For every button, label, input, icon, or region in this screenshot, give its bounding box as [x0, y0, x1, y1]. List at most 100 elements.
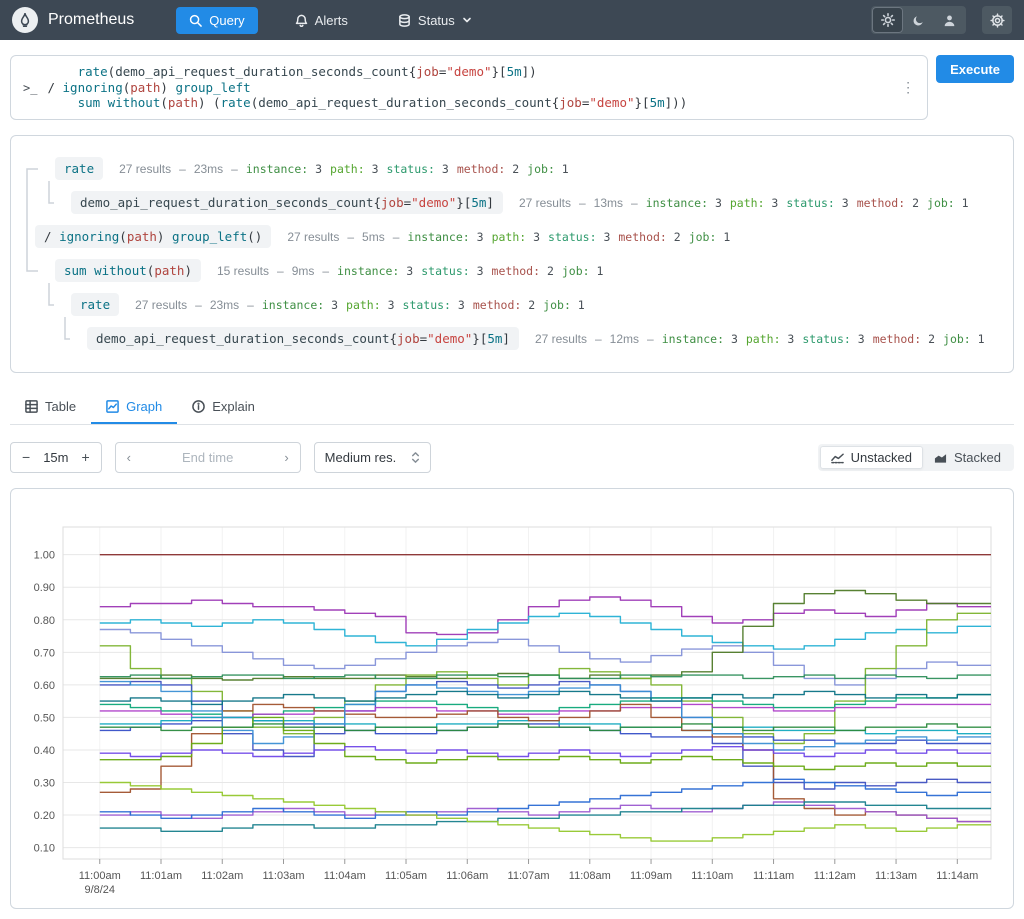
- tree-node-expression[interactable]: rate: [55, 157, 104, 180]
- nav-item-status-label: Status: [417, 12, 455, 28]
- chart-series-line: [99, 716, 991, 734]
- chart-series-line: [99, 595, 991, 635]
- range-value[interactable]: 15m: [43, 450, 68, 465]
- tree-node-stats: 27 results –23ms – instance: 3 path: 3 status…: [119, 161, 569, 176]
- svg-text:11:11am: 11:11am: [753, 870, 794, 882]
- person-icon: [944, 14, 955, 26]
- theme-dark-button[interactable]: [903, 7, 934, 33]
- svg-text:11:13am: 11:13am: [875, 870, 917, 882]
- editor-kebab-menu[interactable]: ⋮: [901, 79, 915, 96]
- end-time-picker[interactable]: ‹ End time ›: [114, 441, 301, 473]
- chart-series-line: [99, 673, 991, 679]
- gear-icon: [989, 12, 1005, 28]
- nav-item-alerts[interactable]: Alerts: [282, 7, 361, 34]
- tab-graph-label: Graph: [126, 398, 163, 414]
- timeseries-chart[interactable]: 0.10 0.20 0.30 0.40 0.50 0.60 0.70 0.80 0.90 1.00…: [19, 501, 1005, 901]
- theme-toggle-group: [871, 6, 966, 34]
- nav-item-status[interactable]: Status: [385, 7, 485, 34]
- tab-table[interactable]: Table: [10, 389, 91, 424]
- svg-text:11:05am: 11:05am: [385, 870, 427, 882]
- svg-text:11:12am: 11:12am: [814, 870, 856, 882]
- tree-row[interactable]: sum without(path) 15 results –9ms – instance…: [25, 254, 999, 288]
- chart-series-line: [99, 680, 991, 790]
- info-icon: [192, 399, 206, 413]
- resolution-value: Medium res.: [324, 449, 397, 465]
- tree-row[interactable]: / ignoring(path) group_left() 27 results –…: [25, 220, 999, 254]
- svg-text:11:02am: 11:02am: [201, 870, 243, 882]
- result-tabs: Table Graph Explain: [10, 389, 1014, 425]
- execute-button[interactable]: Execute: [936, 55, 1014, 83]
- tree-node-expression[interactable]: / ignoring(path) group_left(): [35, 225, 272, 248]
- tab-explain-label: Explain: [212, 398, 255, 414]
- svg-text:11:01am: 11:01am: [140, 870, 182, 882]
- tree-node-stats: 27 results –12ms – instance: 3 path: 3 status…: [534, 331, 985, 346]
- tree-node-expression[interactable]: rate: [71, 293, 120, 316]
- nav-item-query-label: Query: [209, 12, 245, 28]
- theme-auto-button[interactable]: [934, 7, 965, 33]
- chart-series-line: [99, 800, 991, 832]
- svg-text:0.60: 0.60: [34, 679, 55, 691]
- theme-light-button[interactable]: [872, 7, 903, 33]
- tree-row[interactable]: rate 27 results –23ms – instance: 3 path: 3st…: [25, 152, 999, 186]
- end-time-next-button[interactable]: ›: [284, 450, 288, 465]
- end-time-placeholder: End time: [182, 449, 234, 465]
- tree-row[interactable]: rate 27 results –23ms – instance: 3 path: 3st…: [25, 288, 999, 322]
- moon-icon: [913, 15, 923, 25]
- range-increase-button[interactable]: +: [81, 449, 89, 465]
- tree-row[interactable]: demo_api_request_duration_seconds_count{…: [25, 322, 999, 356]
- stacked-button[interactable]: Stacked: [923, 446, 1012, 469]
- unstacked-chart-icon: [830, 453, 844, 463]
- svg-text:11:07am: 11:07am: [508, 870, 550, 882]
- stacked-chart-icon: [934, 453, 947, 463]
- query-tree-panel: rate 27 results –23ms – instance: 3 path: 3st…: [10, 134, 1014, 373]
- tree-node-expression[interactable]: sum without(path): [55, 259, 201, 282]
- nav-item-query[interactable]: Query: [176, 6, 258, 34]
- tree-node-expression[interactable]: demo_api_request_duration_seconds_count{…: [87, 327, 519, 350]
- range-selector: − 15m +: [10, 441, 102, 473]
- svg-text:11:08am: 11:08am: [569, 870, 611, 882]
- chart-series-line: [99, 722, 991, 731]
- resolution-select[interactable]: Medium res.: [313, 441, 431, 473]
- stacked-label: Stacked: [954, 449, 1001, 465]
- tab-graph[interactable]: Graph: [91, 389, 177, 424]
- bell-icon: [295, 14, 307, 27]
- svg-text:11:09am: 11:09am: [630, 870, 672, 882]
- tree-node-stats: 27 results –23ms – instance: 3 path: 3 status…: [135, 297, 585, 312]
- svg-text:9/8/24: 9/8/24: [84, 884, 115, 896]
- svg-text:0.10: 0.10: [34, 842, 55, 854]
- tree-row[interactable]: demo_api_request_duration_seconds_count{…: [25, 186, 999, 220]
- select-stepper-icon: [411, 451, 419, 463]
- tree-node-expression[interactable]: demo_api_request_duration_seconds_count{…: [71, 191, 503, 214]
- tree-rows: rate 27 results –23ms – instance: 3 path: 3st…: [25, 152, 999, 356]
- svg-text:11:14am: 11:14am: [936, 870, 978, 882]
- unstacked-button[interactable]: Unstacked: [819, 445, 924, 469]
- chart-series-line: [99, 612, 991, 650]
- sun-icon: [880, 13, 895, 27]
- tree-node-stats: 15 results –9ms – instance: 3 status: 3 metho…: [216, 263, 604, 278]
- query-expression-input[interactable]: rate(demo_api_request_duration_seconds_c…: [47, 64, 891, 111]
- brand[interactable]: Prometheus: [12, 7, 134, 33]
- svg-text:0.40: 0.40: [34, 744, 55, 756]
- search-icon: [190, 14, 203, 27]
- prometheus-logo-icon: [12, 7, 38, 33]
- svg-text:0.80: 0.80: [34, 614, 55, 626]
- chart-series-line: [99, 778, 991, 819]
- prompt-icon: >_: [23, 81, 38, 95]
- svg-text:11:03am: 11:03am: [263, 870, 305, 882]
- svg-text:0.20: 0.20: [34, 810, 55, 822]
- chart-series-line: [99, 690, 991, 705]
- tab-explain[interactable]: Explain: [177, 389, 270, 424]
- settings-button[interactable]: [982, 6, 1012, 34]
- svg-text:1.00: 1.00: [34, 549, 55, 561]
- end-time-prev-button[interactable]: ‹: [127, 450, 131, 465]
- range-decrease-button[interactable]: −: [22, 449, 30, 465]
- query-editor[interactable]: >_ rate(demo_api_request_duration_second…: [10, 55, 929, 120]
- nav-item-alerts-label: Alerts: [314, 12, 348, 28]
- database-icon: [399, 13, 410, 27]
- graph-controls: − 15m + ‹ End time › Medium res. Unstack…: [10, 441, 1014, 473]
- svg-text:0.50: 0.50: [34, 712, 55, 724]
- chart-series-line: [99, 745, 991, 757]
- svg-text:0.70: 0.70: [34, 647, 55, 659]
- graph-icon: [106, 399, 119, 413]
- unstacked-label: Unstacked: [850, 449, 913, 465]
